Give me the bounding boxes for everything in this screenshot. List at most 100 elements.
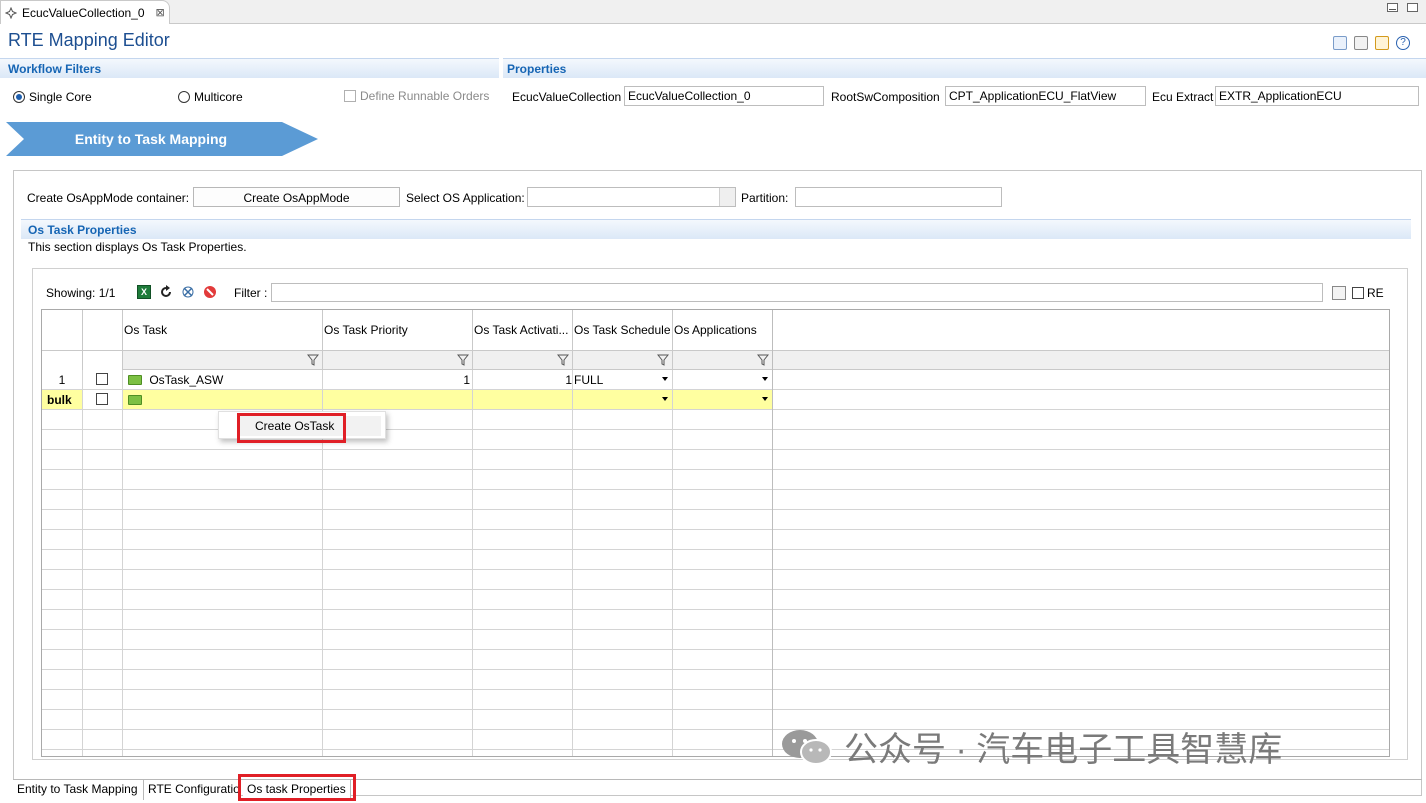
- checkbox-icon[interactable]: [96, 393, 108, 405]
- multicore-radio[interactable]: Multicore: [178, 90, 243, 104]
- filter-cell[interactable]: [323, 351, 473, 370]
- combo-button[interactable]: [719, 188, 735, 206]
- schedule-value: FULL: [574, 373, 604, 387]
- editor-tab-strip: EcucValueCollection_0 ⊠: [0, 0, 1426, 24]
- workflow-filters-title: Workflow Filters: [8, 62, 102, 76]
- column-header[interactable]: Os Task Priority: [323, 310, 473, 350]
- column-header[interactable]: Os Task Activati...: [473, 310, 573, 350]
- help-icon[interactable]: ?: [1396, 36, 1410, 50]
- bulk-os-applications-cell[interactable]: [673, 390, 773, 409]
- watermark-text: 公众号 · 汽车电子工具智慧库: [844, 731, 1283, 769]
- ecu-extract-field[interactable]: EXTR_ApplicationECU: [1215, 86, 1419, 106]
- os-task-properties-header: Os Task Properties: [21, 219, 1411, 239]
- partition-field[interactable]: [795, 187, 1002, 207]
- tab-rte-configuration[interactable]: RTE Configuration: [144, 780, 240, 800]
- checkbox-icon: [1352, 287, 1364, 299]
- highlight-box: [238, 774, 356, 801]
- filter-icon[interactable]: [757, 354, 769, 366]
- os-applications-cell[interactable]: [673, 370, 773, 389]
- ecuc-value-field[interactable]: EcucValueCollection_0: [624, 86, 824, 106]
- bulk-label: bulk: [42, 390, 83, 409]
- os-task-properties-description: This section displays Os Task Properties…: [28, 240, 247, 254]
- define-runnable-orders-checkbox[interactable]: Define Runnable Orders: [344, 89, 489, 103]
- filter-icon[interactable]: [657, 354, 669, 366]
- column-header[interactable]: Os Applications: [673, 310, 773, 350]
- export-excel-icon[interactable]: X: [137, 285, 151, 299]
- empty-grid-rows: [42, 410, 1389, 756]
- re-checkbox[interactable]: RE: [1352, 286, 1384, 300]
- filter-cell: [83, 351, 123, 370]
- dropdown-arrow-icon[interactable]: [662, 377, 668, 381]
- minimize-icon[interactable]: [1387, 3, 1398, 12]
- checkbox-icon: [344, 90, 356, 102]
- bulk-priority-cell[interactable]: [323, 390, 473, 409]
- priority-cell[interactable]: 1: [323, 370, 473, 389]
- bulk-os-task-cell[interactable]: [123, 390, 323, 409]
- filter-cell: [42, 351, 83, 370]
- table-row[interactable]: 1 OsTask_ASW 1 1 FULL: [42, 370, 1389, 390]
- column-filter-row: [42, 350, 1389, 370]
- filter-cell[interactable]: [673, 351, 773, 370]
- checkbox-icon[interactable]: [96, 373, 108, 385]
- dropdown-arrow-icon[interactable]: [762, 397, 768, 401]
- page-title: RTE Mapping Editor: [8, 30, 170, 50]
- filter-cell[interactable]: [573, 351, 673, 370]
- filter-icon[interactable]: [457, 354, 469, 366]
- single-core-radio[interactable]: Single Core: [13, 90, 92, 104]
- filter-icon[interactable]: [557, 354, 569, 366]
- filter-cell[interactable]: [123, 351, 323, 370]
- activation-cell[interactable]: 1: [473, 370, 573, 389]
- create-container-label: Create OsAppMode container:: [27, 191, 190, 205]
- watermark: 公众号 · 汽车电子工具智慧库: [780, 722, 1282, 771]
- ecu-extract-label: Ecu Extract: [1152, 90, 1214, 104]
- single-core-label: Single Core: [29, 90, 92, 104]
- root-sw-composition-field[interactable]: CPT_ApplicationECU_FlatView: [945, 86, 1146, 106]
- editor-tab[interactable]: EcucValueCollection_0 ⊠: [0, 0, 170, 24]
- filter-icon[interactable]: [307, 354, 319, 366]
- tab-entity-to-task-mapping[interactable]: Entity to Task Mapping: [13, 780, 144, 800]
- bulk-row[interactable]: bulk: [42, 390, 1389, 410]
- column-header[interactable]: Os Task: [123, 310, 323, 350]
- partition-label: Partition:: [741, 191, 789, 205]
- column-header[interactable]: Os Task Schedule: [573, 310, 673, 350]
- os-task-cell[interactable]: OsTask_ASW: [123, 370, 323, 389]
- filter-input[interactable]: [271, 283, 1323, 302]
- os-task-properties-title: Os Task Properties: [28, 223, 137, 237]
- row-select-cell[interactable]: [83, 370, 123, 389]
- root-sw-composition-label: RootSwComposition: [831, 90, 940, 104]
- column-divider: [772, 310, 773, 410]
- bottom-tab-bar: Entity to Task Mapping RTE Configuration…: [13, 779, 1422, 800]
- clear-icon[interactable]: [1354, 36, 1368, 50]
- properties-header: Properties: [503, 58, 1426, 78]
- wechat-icon: [782, 729, 832, 765]
- select-os-application-combo[interactable]: [527, 187, 736, 207]
- dropdown-arrow-icon[interactable]: [662, 397, 668, 401]
- clear-filter-icon[interactable]: [1332, 286, 1346, 300]
- close-icon[interactable]: ⊠: [156, 6, 165, 19]
- table-toolbar: X: [137, 285, 217, 299]
- maximize-icon[interactable]: [1407, 3, 1418, 12]
- schedule-cell[interactable]: FULL: [573, 370, 673, 389]
- showing-count: Showing: 1/1: [46, 286, 116, 300]
- expand-collapse-icon[interactable]: [181, 285, 195, 299]
- bulk-schedule-cell[interactable]: [573, 390, 673, 409]
- filter-label: Filter :: [234, 286, 268, 300]
- folder-icon: [128, 395, 142, 405]
- sync-icon[interactable]: [1375, 36, 1389, 50]
- bulk-activation-cell[interactable]: [473, 390, 573, 409]
- ecuc-label: EcucValueCollection: [512, 90, 622, 104]
- define-runnable-orders-label: Define Runnable Orders: [360, 89, 490, 103]
- refresh-icon[interactable]: [159, 285, 173, 299]
- os-task-table: Os Task Os Task Priority Os Task Activat…: [41, 309, 1390, 757]
- entity-to-task-mapping-banner: Entity to Task Mapping: [6, 122, 318, 156]
- folder-icon: [128, 375, 142, 385]
- remove-filter-icon[interactable]: [203, 285, 217, 299]
- filter-cell[interactable]: [473, 351, 573, 370]
- re-label: RE: [1367, 286, 1384, 300]
- validate-icon[interactable]: [1333, 36, 1347, 50]
- bulk-select-cell[interactable]: [83, 390, 123, 409]
- radio-unselected-icon: [178, 91, 190, 103]
- create-osappmode-button[interactable]: Create OsAppMode: [193, 187, 400, 207]
- dropdown-arrow-icon[interactable]: [762, 377, 768, 381]
- editor-tab-label: EcucValueCollection_0: [22, 5, 145, 20]
